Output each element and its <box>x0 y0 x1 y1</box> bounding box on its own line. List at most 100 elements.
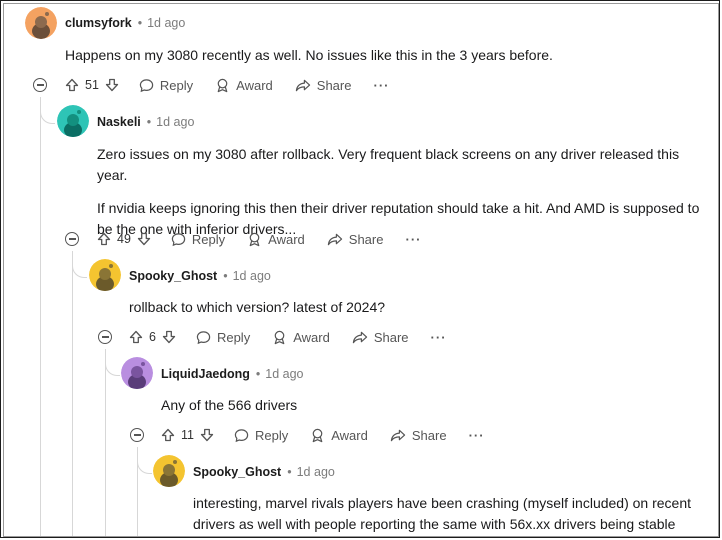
comment-header: Spooky_Ghost • 1d ago <box>129 269 271 283</box>
timestamp[interactable]: 1d ago <box>233 269 271 283</box>
award-icon <box>217 78 228 92</box>
timestamp[interactable]: 1d ago <box>297 465 335 479</box>
author-name[interactable]: clumsyfork <box>65 16 132 30</box>
reply-icon <box>234 428 249 442</box>
separator: • <box>255 367 261 381</box>
share-icon <box>295 79 310 91</box>
separator: • <box>287 465 292 479</box>
share-button[interactable]: Share <box>390 428 447 443</box>
author-name[interactable]: Spooky_Ghost <box>129 269 217 283</box>
vote-controls: 49 <box>97 232 151 246</box>
thread-branch <box>72 251 87 278</box>
reply-icon <box>171 232 186 246</box>
share-icon <box>390 429 406 441</box>
comment-paragraph: Zero issues on my 3080 after rollback. V… <box>97 146 680 183</box>
award-icon <box>312 428 323 442</box>
share-button[interactable]: Share <box>327 231 384 247</box>
award-button[interactable]: Award <box>272 330 330 345</box>
reply-label: Reply <box>216 329 251 345</box>
reply-icon <box>196 330 211 344</box>
award-label: Award <box>331 427 368 443</box>
timestamp[interactable]: 1d ago <box>265 367 303 381</box>
award-icon <box>249 232 260 246</box>
separator: • <box>137 16 143 30</box>
vote-count: 6 <box>149 330 156 344</box>
comment-body: interesting, marvel rivals players have … <box>193 493 703 537</box>
avatar[interactable] <box>25 7 57 39</box>
share-button[interactable]: Share <box>295 78 351 93</box>
vote-count: 51 <box>85 78 99 92</box>
share-label: Share <box>373 329 409 345</box>
reply-button[interactable]: Reply <box>139 78 193 93</box>
collapse-icon[interactable] <box>98 330 112 344</box>
avatar[interactable] <box>121 357 153 389</box>
author-name[interactable]: Naskeli <box>97 115 141 129</box>
award-label: Award <box>293 329 330 345</box>
comment-paragraph: interesting, marvel rivals players have … <box>193 495 692 532</box>
thread-branch <box>105 349 120 376</box>
award-button[interactable]: Award <box>310 428 368 443</box>
comment-actions: 51 Reply Award Share ··· <box>65 73 389 97</box>
collapse-icon[interactable] <box>65 232 79 246</box>
upvote-icon[interactable] <box>129 330 143 344</box>
more-options-button[interactable]: ··· <box>431 330 447 345</box>
award-button[interactable]: Award <box>247 232 305 247</box>
more-options-button[interactable]: ··· <box>405 232 421 247</box>
author-name[interactable]: LiquidJaedong <box>161 367 250 381</box>
separator: • <box>223 269 228 283</box>
comment-header: LiquidJaedong • 1d ago <box>161 367 304 381</box>
avatar[interactable] <box>57 105 89 137</box>
thread-line[interactable] <box>40 97 41 537</box>
avatar[interactable] <box>153 455 185 487</box>
thread-line[interactable] <box>72 251 73 537</box>
reply-icon <box>139 78 154 92</box>
more-options-button[interactable]: ··· <box>469 428 485 443</box>
reply-button[interactable]: Reply <box>234 428 288 443</box>
comment-paragraph: Any of the 566 drivers <box>161 397 298 413</box>
upvote-icon[interactable] <box>97 232 111 246</box>
reply-button[interactable]: Reply <box>171 232 225 247</box>
comment-actions: 6 Reply Award Share ··· <box>129 325 447 349</box>
comment-header: Naskeli • 1d ago <box>97 115 194 129</box>
share-button[interactable]: Share <box>352 330 409 345</box>
reply-label: Reply <box>254 427 289 443</box>
vote-controls: 6 <box>129 330 176 344</box>
downvote-icon[interactable] <box>137 232 151 246</box>
award-button[interactable]: Award <box>215 78 273 93</box>
vote-controls: 11 <box>161 428 214 442</box>
share-label: Share <box>411 427 447 443</box>
award-icon <box>274 330 285 344</box>
comment-paragraph: Happens on my 3080 recently as well. No … <box>65 47 553 63</box>
comment-header: Spooky_Ghost • 1d ago <box>193 465 335 479</box>
timestamp[interactable]: 1d ago <box>156 115 194 129</box>
comment-header: clumsyfork • 1d ago <box>65 16 185 30</box>
downvote-icon[interactable] <box>105 78 119 92</box>
upvote-icon[interactable] <box>161 428 175 442</box>
reply-label: Reply <box>191 231 226 247</box>
upvote-icon[interactable] <box>65 78 79 92</box>
thread-line[interactable] <box>105 349 106 537</box>
reply-button[interactable]: Reply <box>196 330 250 345</box>
collapse-icon[interactable] <box>33 78 47 92</box>
comment-thread: clumsyfork • 1d ago Happens on my 3080 rec… <box>0 0 720 538</box>
timestamp[interactable]: 1d ago <box>147 16 185 30</box>
comment-actions: 11 Reply Award Share ··· <box>161 423 485 447</box>
comment-actions: 49 Reply Award Share ··· <box>97 227 421 251</box>
separator: • <box>146 115 152 129</box>
vote-count: 11 <box>181 428 194 442</box>
collapse-icon[interactable] <box>130 428 144 442</box>
award-label: Award <box>236 77 273 93</box>
comment-paragraph: rollback to which version? latest of 202… <box>129 299 386 315</box>
share-icon <box>352 331 367 343</box>
vote-count: 49 <box>117 232 131 246</box>
downvote-icon[interactable] <box>162 330 176 344</box>
award-label: Award <box>268 231 305 247</box>
share-icon <box>327 233 342 245</box>
avatar[interactable] <box>89 259 121 291</box>
more-options-button[interactable]: ··· <box>373 78 389 93</box>
author-name[interactable]: Spooky_Ghost <box>193 465 281 479</box>
downvote-icon[interactable] <box>200 428 214 442</box>
share-label: Share <box>348 231 384 247</box>
thread-branch <box>137 447 152 474</box>
reply-label: Reply <box>159 77 194 93</box>
